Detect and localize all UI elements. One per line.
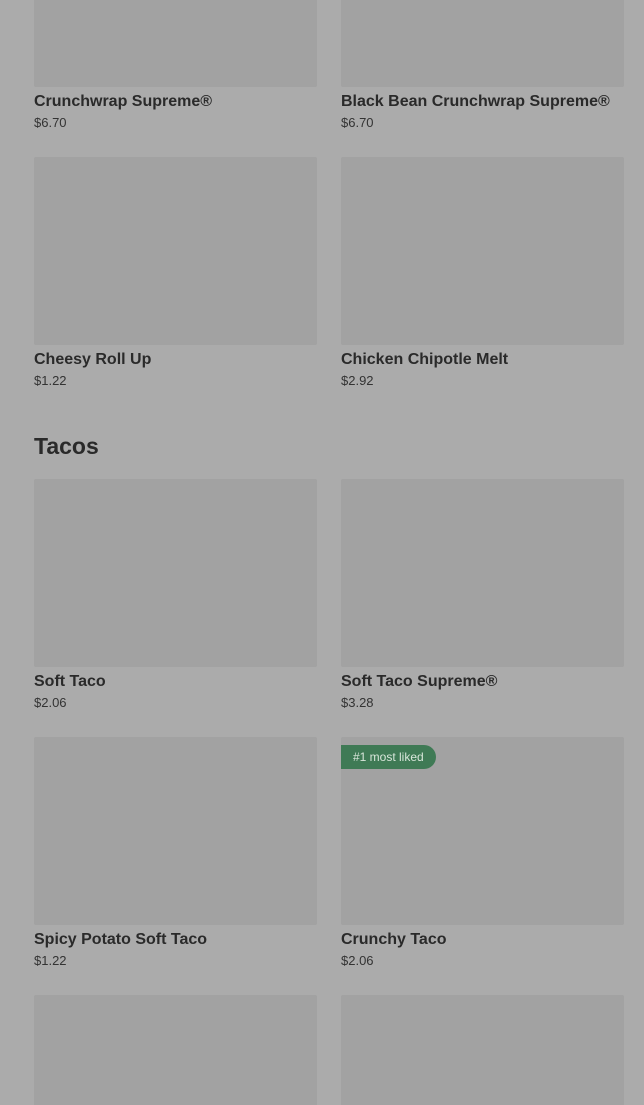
item-name: Soft Taco Supreme® bbox=[341, 673, 498, 690]
item-name: Spicy Potato Soft Taco bbox=[34, 931, 208, 948]
item-price: $6.70 bbox=[34, 115, 67, 130]
item-name: Crunchy Taco bbox=[341, 931, 447, 948]
item-name: Crunchwrap Supreme® bbox=[34, 93, 213, 110]
item-name: Soft Taco bbox=[34, 673, 106, 690]
item-image[interactable] bbox=[341, 995, 624, 1105]
most-liked-badge: #1 most liked bbox=[341, 745, 436, 769]
item-name: Chicken Chipotle Melt bbox=[341, 351, 509, 368]
item-price: $2.06 bbox=[341, 953, 374, 968]
menu-item-card[interactable]: Cheesy Roll Up $1.22 bbox=[34, 157, 317, 389]
item-image[interactable] bbox=[34, 479, 317, 667]
item-image[interactable] bbox=[341, 157, 624, 345]
item-price: $2.06 bbox=[34, 695, 67, 710]
menu-item-card[interactable]: Chicken Chipotle Melt $2.92 bbox=[341, 157, 624, 389]
section-title-tacos: Tacos bbox=[34, 433, 99, 459]
item-image[interactable] bbox=[34, 157, 317, 345]
item-image[interactable] bbox=[341, 479, 624, 667]
menu-item-card[interactable]: Spicy Potato Soft Taco $1.22 bbox=[34, 737, 317, 969]
menu-item-card[interactable]: #1 most liked Crunchy Taco $2.06 bbox=[341, 737, 624, 969]
item-image[interactable] bbox=[34, 995, 317, 1105]
item-image[interactable] bbox=[34, 0, 317, 87]
item-price: $3.28 bbox=[341, 695, 374, 710]
item-price: $1.22 bbox=[34, 373, 67, 388]
menu-item-card[interactable] bbox=[341, 995, 624, 1105]
menu-item-card[interactable]: Soft Taco $2.06 bbox=[34, 479, 317, 711]
item-price: $1.22 bbox=[34, 953, 67, 968]
item-image[interactable]: #1 most liked bbox=[341, 737, 624, 925]
item-price: $6.70 bbox=[341, 115, 374, 130]
menu-item-card[interactable]: Crunchwrap Supreme® $6.70 bbox=[34, 0, 317, 131]
menu-item-card[interactable]: Soft Taco Supreme® $3.28 bbox=[341, 479, 624, 711]
menu-item-card[interactable]: Black Bean Crunchwrap Supreme® $6.70 bbox=[341, 0, 624, 131]
menu-page: Crunchwrap Supreme® $6.70 Black Bean Cru… bbox=[0, 0, 644, 1105]
item-name: Cheesy Roll Up bbox=[34, 351, 152, 368]
item-name: Black Bean Crunchwrap Supreme® bbox=[341, 93, 610, 110]
item-image[interactable] bbox=[341, 0, 624, 87]
item-image[interactable] bbox=[34, 737, 317, 925]
item-price: $2.92 bbox=[341, 373, 374, 388]
menu-item-card[interactable] bbox=[34, 995, 317, 1105]
